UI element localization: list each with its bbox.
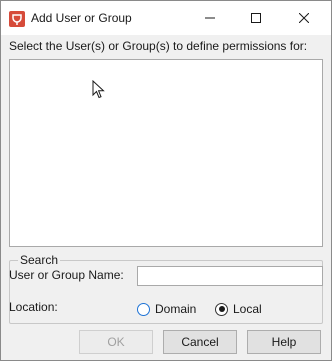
maximize-button[interactable] — [233, 1, 279, 35]
cancel-button[interactable]: Cancel — [163, 330, 237, 354]
users-groups-list[interactable] — [9, 59, 323, 247]
app-logo-icon — [9, 11, 25, 27]
mouse-cursor-icon — [92, 80, 105, 99]
local-radio-selected-dot — [218, 306, 225, 312]
location-label: Location: — [9, 300, 58, 314]
search-legend: Search — [20, 253, 59, 267]
user-or-group-name-input[interactable] — [137, 266, 323, 286]
domain-radio-label[interactable]: Domain — [155, 302, 196, 316]
close-icon — [299, 13, 309, 23]
name-label: User or Group Name: — [9, 268, 124, 282]
close-button[interactable] — [281, 1, 327, 35]
local-radio-label[interactable]: Local — [233, 302, 262, 316]
title-bar: Add User or Group — [1, 1, 331, 35]
add-user-or-group-dialog: Add User or Group Select the User(s) or … — [0, 0, 332, 361]
help-button[interactable]: Help — [247, 330, 321, 354]
ok-button[interactable]: OK — [79, 330, 153, 354]
domain-radio-circle[interactable] — [137, 302, 150, 316]
maximize-icon — [251, 13, 261, 23]
minimize-button[interactable] — [187, 1, 233, 35]
minimize-icon — [205, 17, 215, 19]
local-radio-circle[interactable] — [215, 302, 228, 316]
domain-radio[interactable]: Domain — [137, 302, 196, 316]
selection-prompt: Select the User(s) or Group(s) to define… — [9, 39, 308, 53]
local-radio[interactable]: Local — [215, 302, 262, 316]
window-title: Add User or Group — [31, 11, 132, 25]
